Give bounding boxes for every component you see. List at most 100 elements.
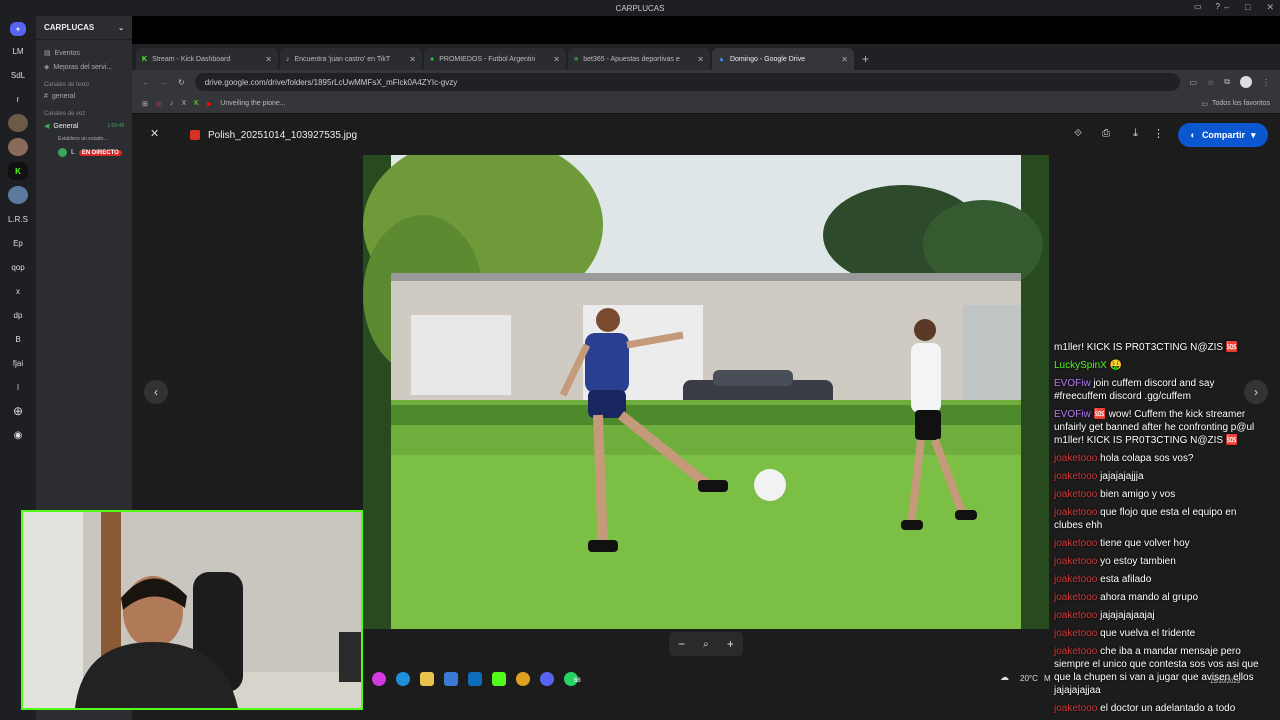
address-bar-row: ← → ↻ drive.google.com/drive/folders/189… bbox=[132, 70, 1280, 94]
url-input[interactable]: drive.google.com/drive/folders/1895rLcUw… bbox=[194, 73, 1180, 91]
minimize-button[interactable]: – bbox=[1224, 2, 1229, 13]
chat-message: EVOFiw 🆘 wow! Cuffem the kick streamer u… bbox=[1054, 409, 1255, 446]
share-button[interactable]: ◐ Compartir ▾ bbox=[1178, 123, 1268, 147]
chat-username: joaketooo bbox=[1054, 556, 1098, 567]
kick-server-icon[interactable]: K bbox=[8, 162, 28, 180]
tab-google-drive[interactable]: ▲ Domingo - Google Drive ✕ bbox=[712, 48, 854, 70]
explore-icon[interactable]: ◉ bbox=[8, 426, 28, 444]
bookmark-star-icon[interactable]: ☆ bbox=[1207, 78, 1214, 87]
forward-icon[interactable]: → bbox=[160, 78, 168, 87]
bookmark-link[interactable]: Unveiling the pione... bbox=[220, 100, 285, 107]
apps-icon[interactable]: ⊞ bbox=[142, 100, 148, 108]
server-item[interactable]: fjai bbox=[8, 354, 28, 372]
inbox-icon[interactable]: ▭ bbox=[1194, 2, 1202, 11]
reload-icon[interactable]: ↻ bbox=[178, 78, 185, 87]
chat-username: joaketooo bbox=[1054, 471, 1098, 482]
server-avatar[interactable] bbox=[8, 138, 28, 156]
store-icon[interactable] bbox=[444, 672, 458, 686]
close-viewer-icon[interactable]: ✕ bbox=[150, 127, 159, 140]
speaker-icon: ◀ bbox=[44, 123, 50, 130]
outlook-icon[interactable] bbox=[468, 672, 482, 686]
server-avatar[interactable] bbox=[8, 114, 28, 132]
server-item[interactable]: qop bbox=[8, 258, 28, 276]
file-title: Polish_20251014_103927535.jpg bbox=[190, 130, 357, 141]
server-header[interactable]: CARPLUCAS ⌄ bbox=[36, 16, 132, 40]
chat-username: EVOFiw bbox=[1054, 409, 1091, 420]
x-icon[interactable]: X bbox=[181, 100, 186, 107]
server-item[interactable]: SdL bbox=[8, 66, 28, 84]
more-options-icon[interactable]: ⋮ bbox=[1153, 127, 1164, 140]
chat-username: joaketooo bbox=[1054, 489, 1098, 500]
live-badge: EN DIRECTO bbox=[78, 149, 122, 156]
extensions-icon[interactable]: ⧉ bbox=[1224, 77, 1230, 87]
share-dropdown-icon[interactable]: ▾ bbox=[1251, 130, 1256, 141]
all-favorites[interactable]: ▭ Todos los favoritos bbox=[1201, 100, 1270, 108]
voice-user[interactable]: L EN DIRECTO bbox=[36, 145, 132, 160]
tab-kick[interactable]: K Stream - Kick Dashboard ✕ bbox=[136, 48, 278, 70]
server-item[interactable]: l bbox=[8, 378, 28, 396]
maximize-button[interactable]: □ bbox=[1245, 2, 1250, 13]
profile-icon[interactable] bbox=[1240, 76, 1252, 88]
server-item[interactable]: LM bbox=[8, 42, 28, 60]
server-item[interactable]: r bbox=[8, 90, 28, 108]
add-server-icon[interactable]: ⊕ bbox=[8, 402, 28, 420]
bookmarks-bar: ⊞ ◎ ♪ X K ▶ Unveiling the pione... ▭ Todo… bbox=[132, 94, 1280, 114]
tab-bet365[interactable]: ■ bet365 - Apuestas deportivas e ✕ bbox=[568, 48, 710, 70]
server-avatar[interactable] bbox=[8, 186, 28, 204]
discord-icon[interactable] bbox=[540, 672, 554, 686]
events-item[interactable]: ▤ Eventos bbox=[36, 46, 132, 60]
zoom-in-button[interactable]: + bbox=[727, 637, 734, 651]
whatsapp-icon[interactable]: 68 bbox=[564, 672, 581, 686]
weather-temp[interactable]: 20°C bbox=[1020, 674, 1038, 683]
tab-promiedos[interactable]: ● PROMIEDOS - Futbol Argentin ✕ bbox=[424, 48, 566, 70]
chat-message: joaketooo que flojo que esta el equipo e… bbox=[1054, 507, 1237, 531]
close-tab-icon[interactable]: ✕ bbox=[553, 55, 560, 64]
channel-general[interactable]: # general bbox=[36, 90, 132, 103]
server-item[interactable]: L.R.S bbox=[8, 210, 28, 228]
chat-message: joaketooo el doctor un adelantado a todo bbox=[1054, 703, 1236, 714]
add-to-drive-icon[interactable]: ⟐ bbox=[1074, 128, 1082, 139]
close-tab-icon[interactable]: ✕ bbox=[409, 55, 416, 64]
webcam-feed bbox=[23, 512, 361, 708]
voice-status[interactable]: Establece un estado... bbox=[36, 133, 132, 145]
download-icon[interactable]: ⤓ bbox=[1133, 127, 1138, 140]
avatar bbox=[58, 148, 67, 157]
previous-image-button[interactable]: ‹ bbox=[144, 380, 168, 404]
chevron-down-icon: ⌄ bbox=[118, 24, 124, 32]
tab-tiktok[interactable]: ♪ Encuentra 'juan castro' en TikT ✕ bbox=[280, 48, 422, 70]
menu-icon[interactable]: ⋮ bbox=[1262, 78, 1270, 87]
youtube-icon[interactable]: ▶ bbox=[207, 100, 212, 108]
server-item[interactable]: dp bbox=[8, 306, 28, 324]
close-tab-icon[interactable]: ✕ bbox=[841, 55, 848, 64]
close-tab-icon[interactable]: ✕ bbox=[265, 55, 272, 64]
instagram-icon[interactable]: ◎ bbox=[156, 100, 162, 108]
tiktok-icon[interactable]: ♪ bbox=[170, 100, 174, 107]
chrome-icon[interactable] bbox=[516, 672, 530, 686]
close-tab-icon[interactable]: ✕ bbox=[697, 55, 704, 64]
server-item[interactable]: B bbox=[8, 330, 28, 348]
new-tab-button[interactable]: + bbox=[856, 52, 875, 70]
kick-icon[interactable]: K bbox=[194, 100, 199, 107]
weather-icon[interactable]: ☁ bbox=[1000, 672, 1009, 683]
discord-home-icon[interactable]: ✦ bbox=[10, 22, 26, 36]
bet365-icon: ■ bbox=[574, 55, 579, 63]
zoom-out-button[interactable]: − bbox=[678, 637, 685, 651]
server-item[interactable]: x bbox=[8, 282, 28, 300]
edge-icon[interactable] bbox=[396, 672, 410, 686]
cast-icon[interactable]: ▭ bbox=[1190, 78, 1198, 87]
help-icon[interactable]: ? bbox=[1216, 2, 1220, 11]
text-category[interactable]: Canales de texto bbox=[36, 74, 132, 90]
kick-icon[interactable] bbox=[492, 672, 506, 686]
soccer-photo bbox=[363, 155, 1049, 629]
file-explorer-icon[interactable] bbox=[420, 672, 434, 686]
weather-short: M bbox=[1044, 674, 1051, 683]
boosts-item[interactable]: ◈ Mejoras del servi... bbox=[36, 60, 132, 74]
voice-category[interactable]: Canales de voz bbox=[36, 103, 132, 119]
print-icon[interactable]: ⎙ bbox=[1102, 128, 1110, 139]
voice-channel-general[interactable]: ◀ General 1:09:48 bbox=[36, 119, 132, 133]
back-icon[interactable]: ← bbox=[142, 78, 150, 87]
server-item[interactable]: Ep bbox=[8, 234, 28, 252]
chat-overlay: m1ller! KICK IS PR0T3CTING N@ZIS 🆘 Lucky… bbox=[1054, 341, 1268, 720]
close-button[interactable]: ✕ bbox=[1266, 2, 1274, 13]
app-icon[interactable] bbox=[372, 672, 386, 686]
